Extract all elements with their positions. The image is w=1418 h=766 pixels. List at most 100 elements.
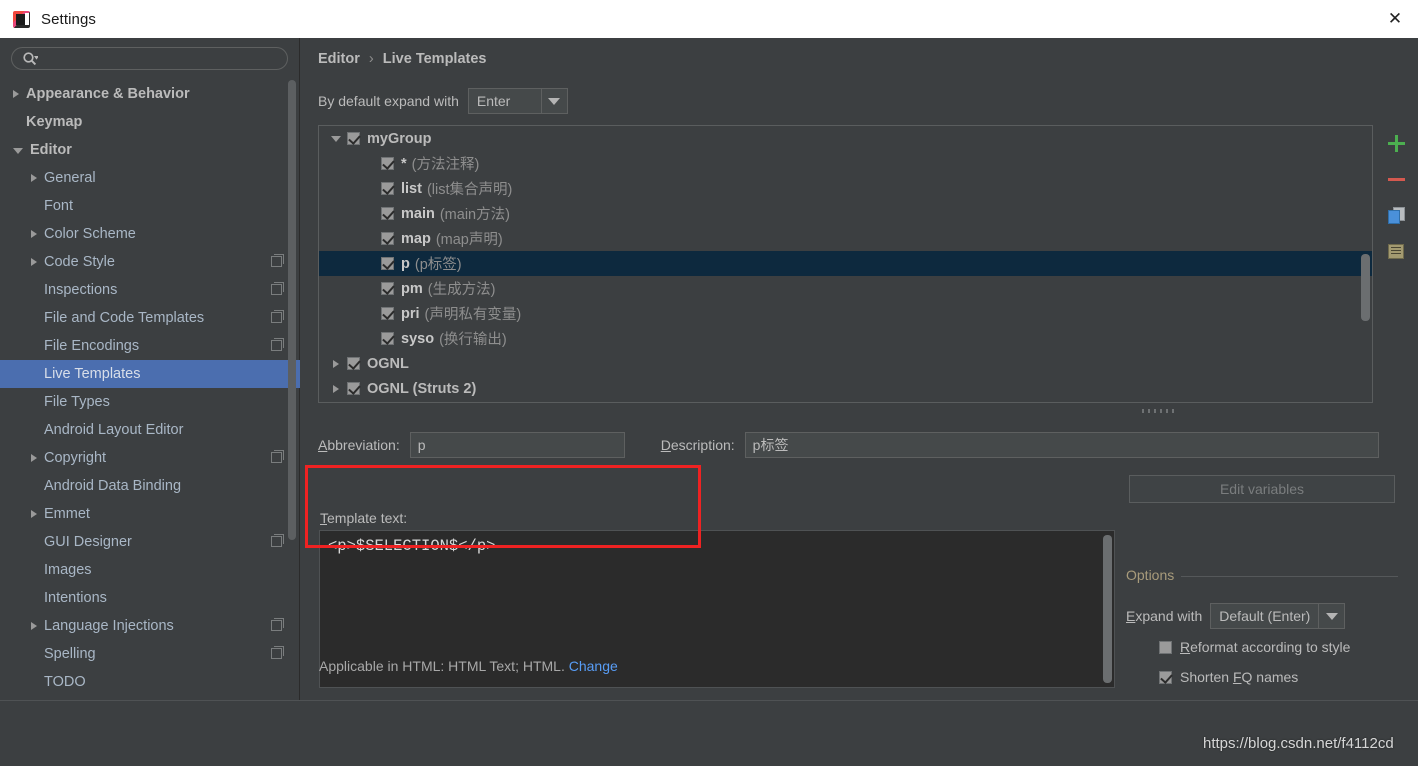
template-checkbox[interactable] — [381, 332, 394, 345]
expand-with-row: Expand with Default (Enter) — [1126, 603, 1346, 629]
sidebar-item-label: Intentions — [44, 590, 107, 606]
sidebar-item-language-injections[interactable]: Language Injections — [0, 612, 300, 640]
settings-scope-icon — [271, 646, 284, 659]
splitter-grip-icon[interactable] — [1142, 409, 1176, 413]
splitter[interactable] — [318, 405, 1418, 417]
sidebar-item-general[interactable]: General — [0, 164, 300, 192]
change-context-link[interactable]: Change — [569, 658, 618, 674]
template-row[interactable]: pm (生成方法) — [319, 276, 1372, 301]
template-checkbox[interactable] — [381, 232, 394, 245]
edit-variables-button[interactable]: Edit variables — [1129, 475, 1395, 503]
reformat-checkbox[interactable] — [1159, 640, 1172, 654]
templates-tree-rows[interactable]: myGroup * (方法注释) list (list集合声明) main (main方法)… — [319, 126, 1372, 401]
chevron-right-icon[interactable] — [31, 230, 37, 238]
chevron-right-icon[interactable] — [31, 622, 37, 630]
template-row[interactable]: syso (换行输出) — [319, 326, 1372, 351]
template-row[interactable]: pri (声明私有变量) — [319, 301, 1372, 326]
content-panel: Editor › Live Templates By default expan… — [301, 38, 1418, 700]
sidebar-item-editor[interactable]: Editor — [0, 136, 300, 164]
template-row[interactable]: map (map声明) — [319, 226, 1372, 251]
templates-toolbar — [1374, 125, 1418, 403]
sidebar-item-android-data-binding[interactable]: Android Data Binding — [0, 472, 300, 500]
sidebar-tree[interactable]: Appearance & Behavior Keymap Editor General… — [0, 80, 300, 700]
chevron-right-icon[interactable] — [31, 258, 37, 266]
template-name: * — [401, 155, 407, 172]
search-box[interactable] — [11, 47, 288, 70]
chevron-down-icon[interactable] — [13, 148, 23, 154]
chevron-right-icon[interactable] — [325, 359, 347, 368]
sidebar-item-file-encodings[interactable]: File Encodings — [0, 332, 300, 360]
template-name: p — [401, 255, 410, 272]
sidebar-item-gui-designer[interactable]: GUI Designer — [0, 528, 300, 556]
search-input[interactable] — [44, 48, 277, 69]
templates-tree-panel[interactable]: myGroup * (方法注释) list (list集合声明) main (main方法)… — [318, 125, 1373, 403]
shorten-fq-names-label: Shorten FQ names — [1180, 669, 1299, 685]
close-icon[interactable]: ✕ — [1372, 0, 1418, 38]
options-group-title: Options — [1126, 567, 1182, 583]
sidebar-item-keymap[interactable]: Keymap — [0, 108, 300, 136]
template-checkbox[interactable] — [381, 207, 394, 220]
shorten-checkbox-row[interactable]: Shorten FQ names — [1159, 669, 1298, 685]
template-checkbox[interactable] — [381, 182, 394, 195]
chevron-down-icon[interactable] — [325, 135, 347, 142]
remove-template-button[interactable] — [1374, 161, 1418, 197]
template-checkbox[interactable] — [381, 282, 394, 295]
template-row[interactable]: p (p标签) — [319, 251, 1372, 276]
settings-sidebar: Appearance & Behavior Keymap Editor General… — [0, 38, 300, 700]
chevron-down-icon-2[interactable] — [1318, 604, 1345, 628]
template-text-scrollbar[interactable] — [1103, 535, 1112, 683]
templates-tree-scrollbar[interactable] — [1361, 254, 1370, 321]
sidebar-item-file-types[interactable]: File Types — [0, 388, 300, 416]
chevron-right-icon[interactable] — [31, 454, 37, 462]
abbreviation-input[interactable]: p — [409, 432, 625, 458]
reformat-checkbox-row[interactable]: Reformat according to style — [1159, 639, 1350, 655]
settings-scope-icon — [271, 310, 284, 323]
template-row[interactable]: OGNL (Struts 2) — [319, 376, 1372, 401]
sidebar-scrollbar[interactable] — [288, 80, 296, 540]
sidebar-item-code-style[interactable]: Code Style — [0, 248, 300, 276]
chevron-right-icon[interactable] — [31, 510, 37, 518]
sidebar-item-emmet[interactable]: Emmet — [0, 500, 300, 528]
chevron-right-icon[interactable] — [31, 174, 37, 182]
sidebar-item-copyright[interactable]: Copyright — [0, 444, 300, 472]
sidebar-item-font[interactable]: Font — [0, 192, 300, 220]
copy-template-button[interactable] — [1374, 197, 1418, 233]
template-row[interactable]: OGNL — [319, 351, 1372, 376]
template-checkbox[interactable] — [347, 357, 360, 370]
breadcrumb: Editor › Live Templates — [318, 51, 487, 67]
description-input[interactable]: p标签 — [744, 432, 1379, 458]
template-row[interactable]: list (list集合声明) — [319, 176, 1372, 201]
chevron-right-icon[interactable] — [325, 384, 347, 393]
template-row[interactable]: main (main方法) — [319, 201, 1372, 226]
template-checkbox[interactable] — [381, 157, 394, 170]
template-checkbox[interactable] — [347, 382, 360, 395]
add-template-button[interactable] — [1374, 125, 1418, 161]
sidebar-item-intentions[interactable]: Intentions — [0, 584, 300, 612]
template-checkbox[interactable] — [347, 132, 360, 145]
sidebar-item-android-layout-editor[interactable]: Android Layout Editor — [0, 416, 300, 444]
template-row[interactable]: * (方法注释) — [319, 151, 1372, 176]
template-checkbox[interactable] — [381, 257, 394, 270]
sidebar-item-spelling[interactable]: Spelling — [0, 640, 300, 668]
template-checkbox[interactable] — [381, 307, 394, 320]
sidebar-item-todo[interactable]: TODO — [0, 668, 300, 696]
sidebar-item-live-templates[interactable]: Live Templates — [0, 360, 300, 388]
template-text-value[interactable]: <p>$SELECTION$</p> — [320, 531, 1114, 561]
search-container — [0, 38, 299, 70]
sidebar-item-file-and-code-templates[interactable]: File and Code Templates — [0, 304, 300, 332]
sidebar-item-appearance-behavior[interactable]: Appearance & Behavior — [0, 80, 300, 108]
template-row[interactable]: myGroup — [319, 126, 1372, 151]
sidebar-item-color-scheme[interactable]: Color Scheme — [0, 220, 300, 248]
template-description: (方法注释) — [411, 157, 480, 173]
breadcrumb-parent[interactable]: Editor — [318, 51, 360, 67]
expand-with-dropdown[interactable]: Default (Enter) — [1210, 603, 1346, 629]
sidebar-item-inspections[interactable]: Inspections — [0, 276, 300, 304]
template-name: myGroup — [367, 130, 432, 147]
chevron-down-icon[interactable] — [540, 89, 567, 113]
sidebar-item-label: Android Layout Editor — [44, 422, 184, 438]
shorten-fq-names-checkbox[interactable] — [1159, 670, 1172, 684]
sidebar-item-images[interactable]: Images — [0, 556, 300, 584]
duplicate-document-button[interactable] — [1374, 233, 1418, 269]
default-expand-dropdown[interactable]: Enter — [467, 88, 568, 114]
chevron-right-icon[interactable] — [13, 90, 19, 98]
